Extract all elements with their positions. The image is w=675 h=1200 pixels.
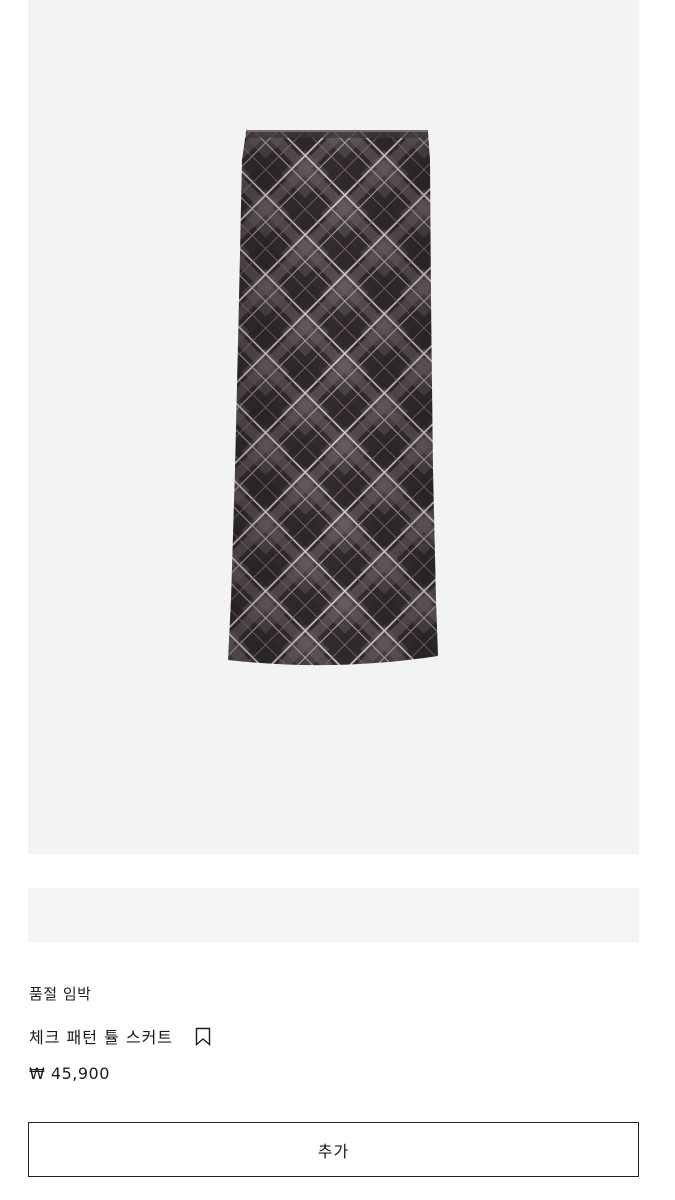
product-price: ₩ 45,900 xyxy=(29,1064,110,1083)
plaid-skirt-image xyxy=(228,130,438,666)
add-to-cart-button[interactable]: 추가 xyxy=(28,1122,639,1177)
secondary-image-strip[interactable] xyxy=(28,888,639,942)
bookmark-button[interactable] xyxy=(193,1025,213,1047)
product-image[interactable] xyxy=(28,0,639,854)
product-title-row: 체크 패턴 튤 스커트 xyxy=(29,1024,213,1048)
bookmark-icon xyxy=(195,1027,211,1046)
stock-status-label: 품절 임박 xyxy=(29,985,92,1003)
product-name[interactable]: 체크 패턴 튤 스커트 xyxy=(29,1024,173,1048)
add-button-label: 추가 xyxy=(317,1141,350,1161)
